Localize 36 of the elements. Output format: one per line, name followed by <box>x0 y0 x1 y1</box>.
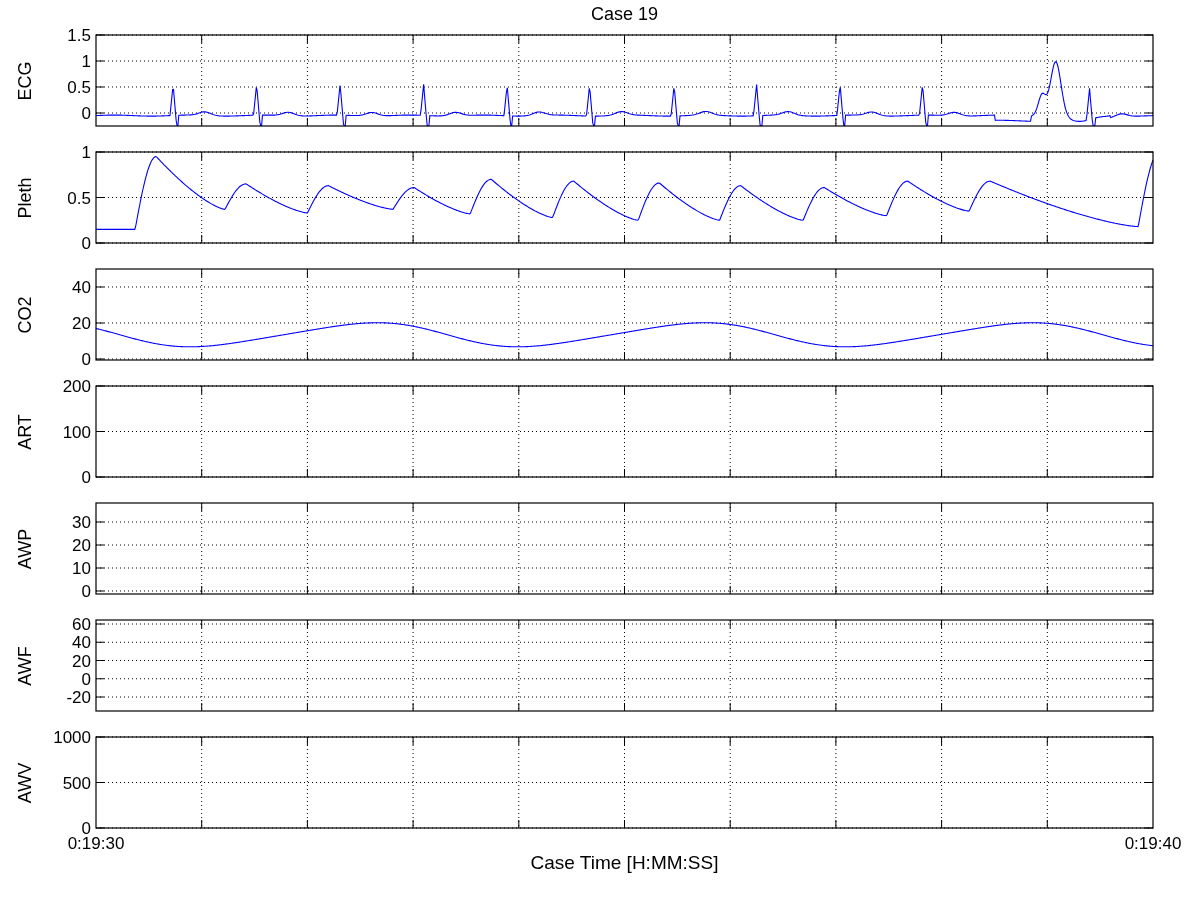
y-axis-label: AWF <box>14 645 36 686</box>
y-axis-label: ART <box>14 413 36 450</box>
y-tick-label: 0 <box>81 670 91 688</box>
y-tick-label: 10 <box>72 559 91 577</box>
y-tick-label: 0 <box>81 582 91 600</box>
y-tick-label: 60 <box>72 615 91 633</box>
y-axis-label: AWP <box>14 528 36 569</box>
y-tick-label: 100 <box>62 423 91 440</box>
y-tick-label: 1 <box>81 143 91 161</box>
y-axis-label: AWV <box>14 762 36 803</box>
y-tick-label: 0 <box>81 468 91 486</box>
y-tick-label: 200 <box>62 377 91 395</box>
y-tick-label: 0 <box>81 819 91 837</box>
y-tick-label: -20 <box>66 688 91 706</box>
x-tick-label: 0:19:30 <box>67 834 125 854</box>
y-tick-label: 0.5 <box>67 189 91 206</box>
y-axis-label: CO2 <box>14 296 36 333</box>
chart-title: Case 19 <box>590 4 658 24</box>
y-tick-label: 20 <box>72 314 91 332</box>
y-tick-label: 40 <box>72 278 91 296</box>
y-tick-label: 30 <box>72 513 91 531</box>
y-tick-label: 0 <box>81 350 91 368</box>
y-tick-label: 20 <box>72 536 91 554</box>
y-tick-label: 40 <box>72 633 91 651</box>
y-tick-label: 0 <box>81 104 91 122</box>
x-axis-label: Case Time [H:MM:SS] <box>530 852 719 873</box>
y-tick-label: 1.5 <box>67 26 91 44</box>
y-tick-label: 1 <box>81 52 91 70</box>
y-tick-label: 0.5 <box>67 78 91 96</box>
y-axis-label: ECG <box>14 61 36 100</box>
y-axis-label: Pleth <box>14 177 36 218</box>
x-tick-label: 0:19:40 <box>1124 834 1182 854</box>
y-tick-label: 500 <box>62 774 91 791</box>
y-tick-label: 0 <box>81 234 91 252</box>
y-tick-label: 20 <box>72 652 91 669</box>
y-tick-label: 1000 <box>53 728 91 746</box>
